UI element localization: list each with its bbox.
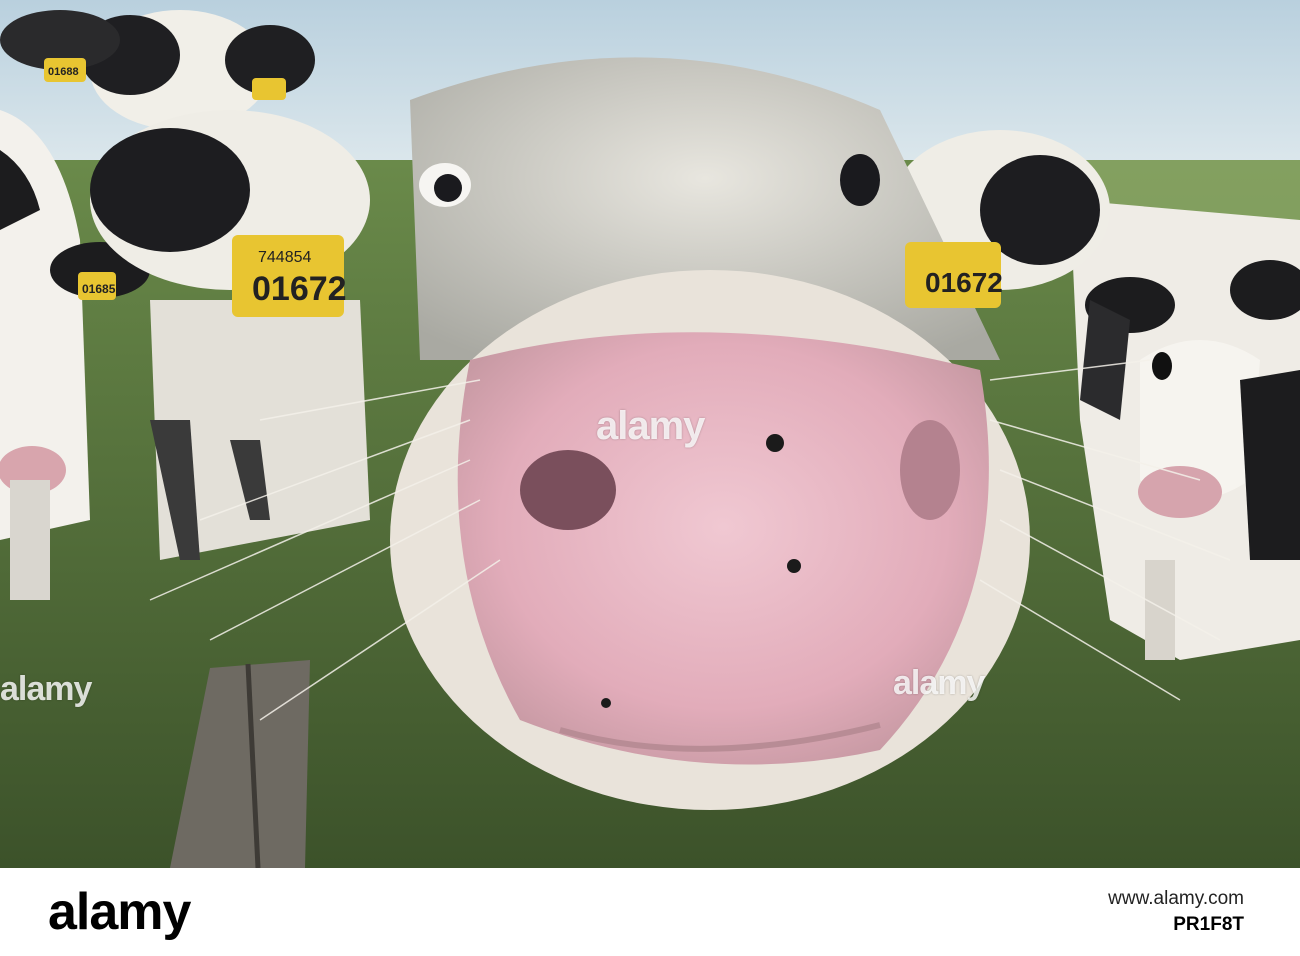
image-id: PR1F8T (1173, 914, 1244, 935)
ear-tag-back-left-text: 01688 (48, 66, 79, 78)
footer-bar: alamy www.alamy.com PR1F8T (0, 868, 1300, 956)
ear-tag-left-top-text: 744854 (258, 249, 311, 266)
watermark-center: alamy (596, 404, 705, 448)
cow-left-body (150, 300, 370, 560)
alamy-logo: alamy (48, 883, 191, 941)
ear-tag-left-main-text: 01672 (252, 270, 347, 308)
ear-tag-right-text: 01672 (925, 267, 1003, 298)
watermark-left: alamy (0, 670, 92, 708)
photo: 744854 01672 01672 01685 01688 alamy ala… (0, 0, 1300, 868)
footer-caption: www.alamy.com (1108, 888, 1244, 909)
watermark-right: alamy (893, 664, 985, 702)
ear-tag-far-left-text: 01685 (82, 282, 116, 296)
footer-meta: www.alamy.com PR1F8T (1108, 888, 1244, 936)
